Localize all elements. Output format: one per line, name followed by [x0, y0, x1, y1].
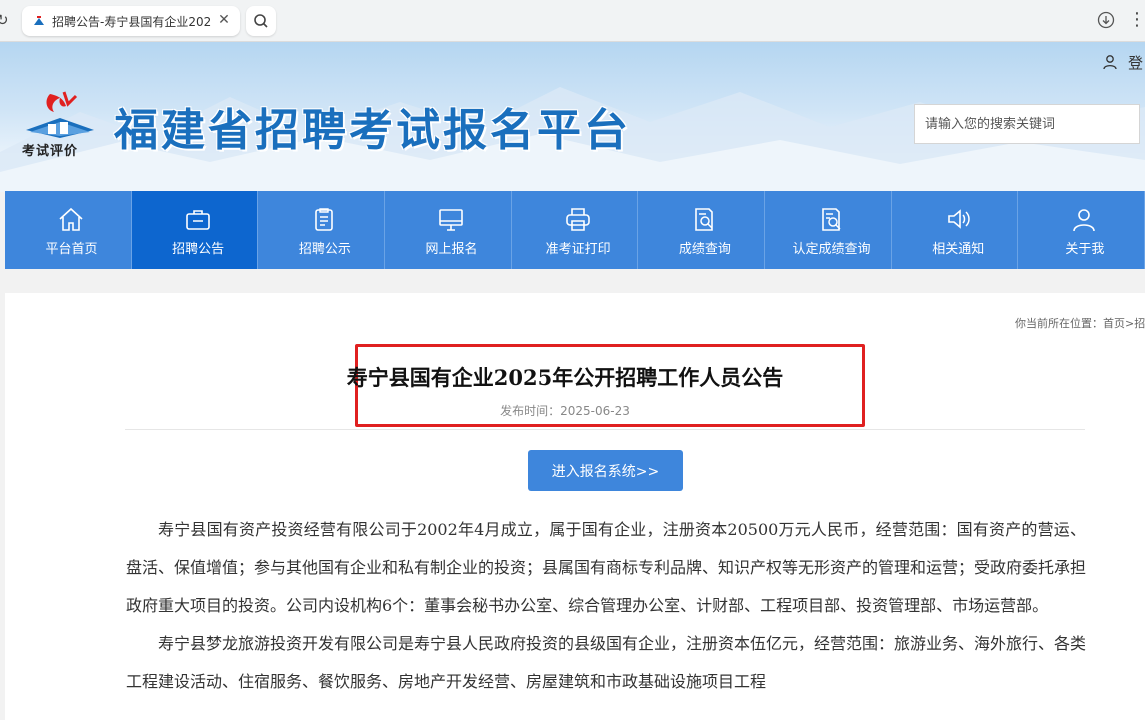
document-search-icon [695, 208, 714, 231]
article-title: 寿宁县国有企业2025年公开招聘工作人员公告 [346, 365, 784, 390]
nav-item-home[interactable]: 平台首页 [5, 191, 132, 269]
nav-label: 成绩查询 [678, 242, 731, 257]
nav-label: 相关通知 [932, 242, 985, 257]
nav-label: 准考证打印 [545, 242, 611, 257]
user-icon [1073, 209, 1096, 232]
login-link[interactable]: 登 [1128, 52, 1143, 73]
enter-registration-button[interactable]: 进入报名系统>> [528, 450, 683, 491]
nav-item-score-query[interactable]: 成绩查询 [638, 191, 766, 269]
divider [125, 429, 1085, 430]
logo-caption: 考试评价 [22, 144, 79, 159]
nav-item-about[interactable]: 关于我 [1018, 191, 1145, 269]
more-menu-icon[interactable]: ⋮ [1128, 11, 1145, 31]
article-body: 寿宁县国有资产投资经营有限公司于2002年4月成立，属于国有企业，注册资本205… [126, 511, 1086, 701]
monitor-icon [439, 209, 463, 231]
speaker-icon [947, 209, 970, 229]
paragraph: 寿宁县梦龙旅游投资开发有限公司是寿宁县人民政府投资的县级国有企业，注册资本伍亿元… [126, 634, 1087, 691]
paragraph: 寿宁县国有资产投资经营有限公司于2002年4月成立，属于国有企业，注册资本205… [126, 520, 1087, 615]
article-panel: 你当前所在位置：首页>招 寿宁县国有企业2025年公开招聘工作人员公告 发布时间… [5, 293, 1145, 720]
site-favicon-icon [34, 16, 44, 25]
nav-label: 关于我 [1065, 242, 1105, 257]
close-icon[interactable]: ✕ [216, 12, 232, 28]
printer-icon [565, 208, 590, 231]
nav-label: 招聘公示 [298, 242, 351, 257]
clipboard-icon [315, 208, 334, 231]
nav-item-admission-ticket[interactable]: 准考证打印 [512, 191, 639, 269]
briefcase-icon [185, 210, 210, 230]
site-title: 福建省招聘考试报名平台 [114, 105, 631, 156]
tab-search-button[interactable] [246, 6, 276, 36]
nav-label: 招聘公告 [172, 242, 225, 257]
nav-label: 网上报名 [425, 242, 478, 257]
download-icon[interactable] [1097, 11, 1115, 29]
breadcrumb: 你当前所在位置：首页>招 [1015, 317, 1145, 330]
nav-item-certified-score-query[interactable]: 认定成绩查询 [765, 191, 892, 269]
nav-label: 认定成绩查询 [792, 242, 871, 257]
home-icon [59, 207, 83, 231]
nav-item-notices[interactable]: 相关通知 [892, 191, 1019, 269]
nav-label: 平台首页 [45, 242, 98, 257]
browser-toolbar: ↻ 招聘公告-寿宁县国有企业202 ✕ ⋮ [0, 0, 1145, 42]
nav-item-online-registration[interactable]: 网上报名 [385, 191, 512, 269]
browser-tab[interactable]: 招聘公告-寿宁县国有企业202 ✕ [22, 6, 240, 36]
main-nav: 平台首页 招聘公告 招聘公示 网上报名 准考证打印 成绩查询 认定成绩查询 相关… [5, 191, 1145, 269]
publish-date: 发布时间：2025-06-23 [500, 404, 630, 418]
search-input[interactable] [914, 104, 1140, 144]
nav-item-announcements[interactable]: 招聘公告 [131, 191, 259, 269]
document-check-icon [822, 208, 841, 231]
site-header: 登 考试评价 福建省招聘考试报名平台 [0, 42, 1145, 192]
reload-icon[interactable]: ↻ [0, 12, 12, 28]
search-icon [254, 14, 268, 28]
tab-title: 招聘公告-寿宁县国有企业202 [52, 15, 212, 29]
nav-item-publicity[interactable]: 招聘公示 [258, 191, 386, 269]
user-icon[interactable] [1102, 54, 1118, 70]
